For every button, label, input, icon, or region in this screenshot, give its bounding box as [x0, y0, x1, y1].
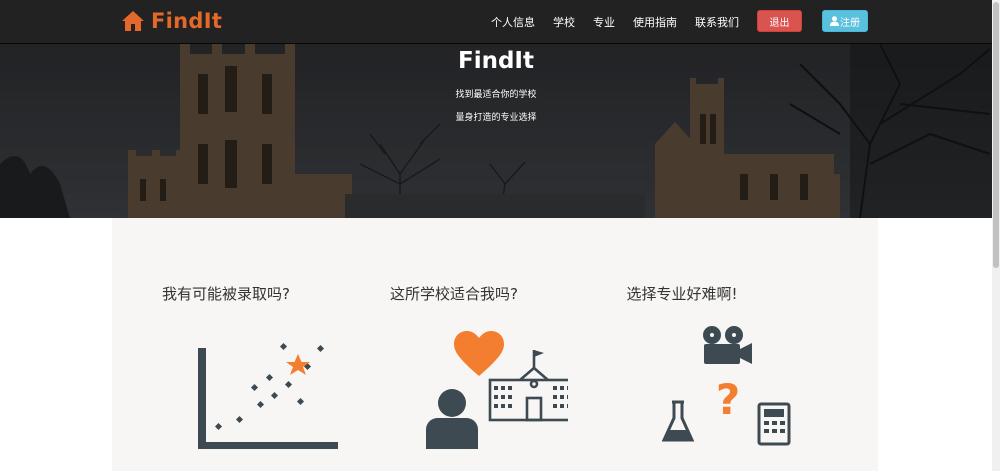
feature-admission: 我有可能被录取吗? — [112, 218, 340, 471]
nav-link-guide[interactable]: 使用指南 — [633, 14, 677, 30]
hero-subtitle-1: 找到最适合你的学校 — [455, 90, 537, 100]
person-head — [438, 389, 466, 417]
nav-link-majors[interactable]: 专业 — [593, 14, 615, 30]
calculator-icon — [757, 402, 791, 446]
home-icon — [122, 11, 144, 31]
star-icon — [286, 354, 310, 375]
scatter-plot-icon — [198, 342, 338, 449]
nav-link-profile[interactable]: 个人信息 — [491, 14, 535, 30]
hero-title: FindIt — [458, 48, 534, 74]
question-mark-icon: ? — [716, 375, 740, 424]
heart-icon — [454, 331, 504, 376]
feature-major-choice: 选择专业好难啊! ? — [568, 218, 796, 471]
nav-link-contact[interactable]: 联系我们 — [695, 14, 739, 30]
register-label: 注册 — [840, 17, 860, 29]
brand-name: FindIt — [151, 9, 223, 33]
register-button[interactable]: 注册 — [822, 10, 868, 32]
brand-link[interactable]: FindIt — [121, 6, 222, 36]
major-choice-icons: ? — [661, 326, 791, 446]
person-body — [426, 418, 478, 449]
hero-subtitle-2: 量身打造的专业选择 — [455, 113, 537, 123]
nav-link-schools[interactable]: 学校 — [553, 14, 575, 30]
hero-banner: FindIt 找到最适合你的学校 量身打造的专业选择 — [0, 44, 992, 218]
school-building-icon — [488, 350, 568, 422]
flask-icon — [661, 400, 695, 442]
logout-button[interactable]: 退出 — [757, 10, 802, 32]
main-nav: 个人信息 学校 专业 使用指南 联系我们 — [482, 0, 748, 44]
film-camera-icon — [703, 326, 752, 364]
scrollbar-thumb[interactable] — [993, 2, 999, 268]
feature-school-fit: 这所学校适合我吗? — [340, 218, 568, 471]
page-scrollbar[interactable] — [992, 0, 1000, 471]
top-navbar: FindIt 个人信息 学校 专业 使用指南 联系我们 退出 注册 — [0, 0, 992, 44]
features-section: 我有可能被录取吗? 这所学校适合我吗? 选择专业好难啊! ? — [112, 218, 878, 471]
user-icon — [830, 16, 839, 26]
logout-label: 退出 — [769, 17, 790, 29]
school-match-icon — [426, 331, 568, 449]
